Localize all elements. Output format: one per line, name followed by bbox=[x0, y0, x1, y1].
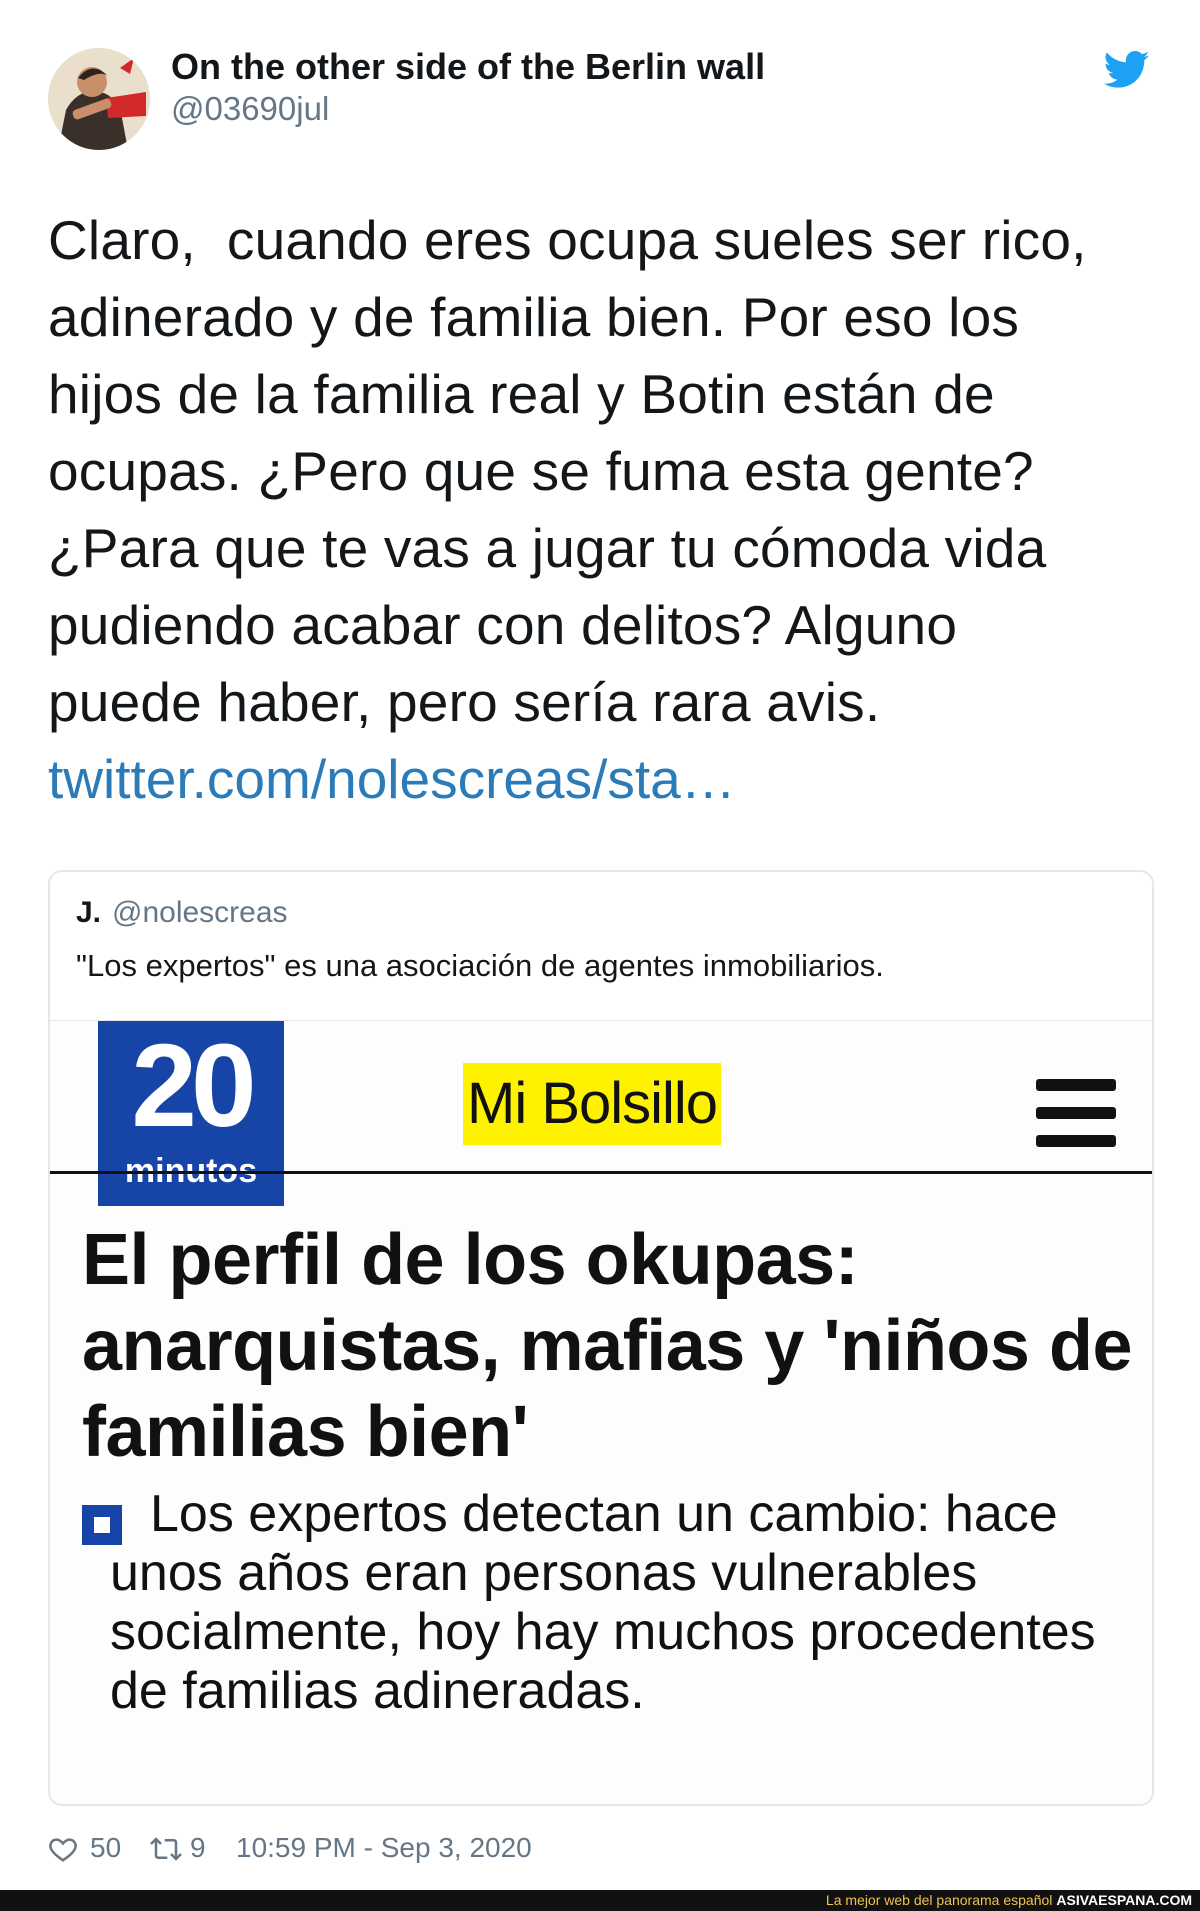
logo-number: 20 bbox=[131, 1020, 256, 1152]
article-headline: El perfil de los okupas: anarquistas, ma… bbox=[82, 1220, 1132, 1472]
retweet-icon[interactable] bbox=[148, 1834, 184, 1864]
article-subhead: Los expertos detectan un cambio: hace un… bbox=[110, 1485, 1096, 1720]
newspaper-logo: 20 minutos bbox=[98, 1021, 284, 1206]
twitter-bird-icon[interactable] bbox=[1104, 50, 1150, 90]
tweet-timestamp[interactable]: 10:59 PM - Sep 3, 2020 bbox=[236, 1832, 532, 1864]
menu-icon bbox=[1036, 1079, 1116, 1147]
tweet-card: On the other side of the Berlin wall @03… bbox=[0, 0, 1200, 1890]
footer-tagline: La mejor web del panorama español bbox=[825, 1892, 1053, 1908]
quoted-tweet[interactable]: J. @nolescreas "Los expertos" es una aso… bbox=[48, 870, 1154, 1806]
quoted-author-name: J. bbox=[76, 896, 102, 929]
author-handle[interactable]: @03690jul bbox=[171, 90, 329, 128]
tweet-text: Claro, cuando eres ocupa sueles ser rico… bbox=[48, 209, 1087, 733]
site-footer: La mejor web del panorama español ASIVAES… bbox=[0, 1890, 1200, 1911]
author-display-name[interactable]: On the other side of the Berlin wall bbox=[171, 46, 765, 88]
section-label: Mi Bolsillo bbox=[463, 1063, 722, 1145]
footer-brand[interactable]: ASIVAESPANA.COM bbox=[1052, 1892, 1200, 1908]
retweet-count: 9 bbox=[190, 1832, 206, 1863]
quoted-tweet-text: "Los expertos" es una asociación de agen… bbox=[76, 948, 884, 983]
quoted-author-handle: @nolescreas bbox=[112, 896, 288, 929]
like-count: 50 bbox=[90, 1832, 122, 1863]
tweet-link[interactable]: twitter.com/nolescreas/sta… bbox=[48, 741, 736, 818]
heart-icon[interactable] bbox=[48, 1834, 78, 1864]
quoted-media-image[interactable]: 20 minutos Mi Bolsillo El perfil de los … bbox=[50, 1020, 1152, 1804]
avatar-image bbox=[48, 48, 150, 150]
divider bbox=[50, 1171, 1152, 1174]
avatar[interactable] bbox=[48, 48, 150, 150]
